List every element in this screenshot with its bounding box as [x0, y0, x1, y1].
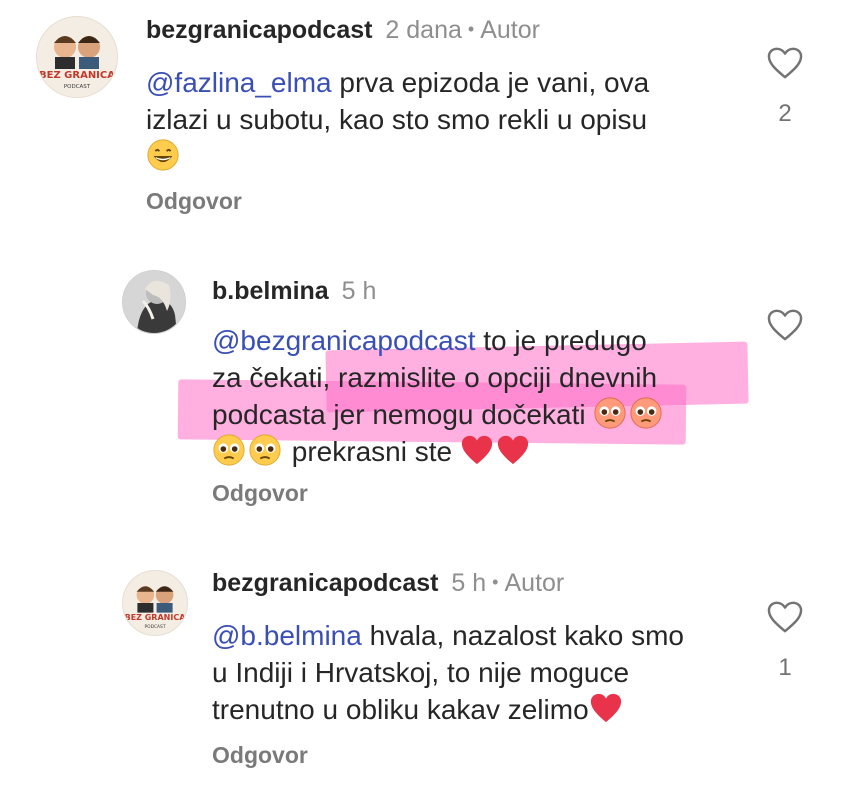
timestamp: 5 h [451, 569, 487, 597]
username[interactable]: b.belmina [212, 277, 329, 305]
pleading-face-emoji [630, 397, 662, 429]
comment-text-line: hvala, nazalost kako smo [361, 620, 685, 651]
like-button[interactable]: 2 [765, 46, 805, 128]
author-badge: Autor [480, 16, 540, 44]
comment-text-line: za čekati, razmislite o opciji dnevnih [212, 362, 658, 393]
comment-text-line: trenutno u obliku kakav zelimo [212, 694, 589, 725]
comment-header: b.belmina 5 h [212, 276, 376, 306]
comment-text: @bezgranicapodcast to je predugo za čeka… [212, 322, 665, 470]
mention-link[interactable]: @b.belmina [212, 620, 362, 651]
timestamp: 5 h [341, 277, 377, 305]
timestamp: 2 dana [385, 16, 462, 44]
mention-link[interactable]: @bezgranicapodcast [212, 325, 475, 356]
comment-header: bezgranicapodcast 5 h • Autor [212, 567, 564, 598]
like-button[interactable] [765, 308, 805, 342]
reply-button[interactable]: Odgovor [146, 188, 242, 215]
comment-text-line: prva epizoda je vani, ova [331, 67, 650, 98]
comment-text-line: to je predugo [475, 325, 647, 356]
red-heart-emoji [497, 435, 528, 465]
svg-text:PODCAST: PODCAST [144, 624, 165, 630]
pleading-face-emoji [213, 434, 245, 466]
mention-link[interactable]: @fazlina_elma [146, 67, 332, 98]
avatar[interactable]: BEZ GRANICA PODCAST [122, 570, 188, 636]
comment-text-line: podcasta jer nemogu dočekati [212, 399, 594, 430]
avatar[interactable] [122, 270, 186, 334]
username[interactable]: bezgranicapodcast [146, 16, 372, 44]
like-count: 1 [778, 654, 792, 681]
like-button[interactable]: 1 [765, 600, 805, 682]
pleading-face-emoji [594, 397, 626, 429]
svg-text:PODCAST: PODCAST [64, 84, 91, 90]
comment-text: @b.belmina hvala, nazalost kako smo u In… [212, 617, 684, 728]
username[interactable]: bezgranicapodcast [212, 569, 438, 597]
separator-dot: • [492, 572, 499, 592]
reply-button[interactable]: Odgovor [212, 742, 308, 769]
red-heart-emoji [461, 435, 492, 465]
grinning-face-emoji [147, 139, 179, 171]
svg-text:BEZ GRANICA: BEZ GRANICA [39, 70, 115, 81]
heart-icon [767, 601, 803, 633]
comment-header: bezgranicapodcast 2 dana • Autor [146, 14, 540, 45]
comment-text: @fazlina_elma prva epizoda je vani, ova … [146, 64, 649, 175]
pleading-face-emoji [249, 434, 281, 466]
svg-text:BEZ GRANICA: BEZ GRANICA [125, 613, 187, 622]
author-badge: Autor [504, 569, 565, 597]
comment-text-line: izlazi u subotu, kao sto smo rekli u opi… [146, 104, 648, 135]
heart-icon [767, 47, 803, 79]
like-count: 2 [778, 100, 792, 127]
comment-text-line: prekrasni ste [284, 436, 460, 467]
heart-icon [767, 309, 803, 341]
avatar[interactable]: BEZ GRANICA PODCAST [36, 16, 118, 98]
separator-dot: • [467, 19, 475, 39]
comment-text-line: u Indiji i Hrvatskoj, to nije moguce [212, 657, 630, 688]
red-heart-emoji [590, 693, 621, 723]
reply-button[interactable]: Odgovor [212, 480, 308, 507]
